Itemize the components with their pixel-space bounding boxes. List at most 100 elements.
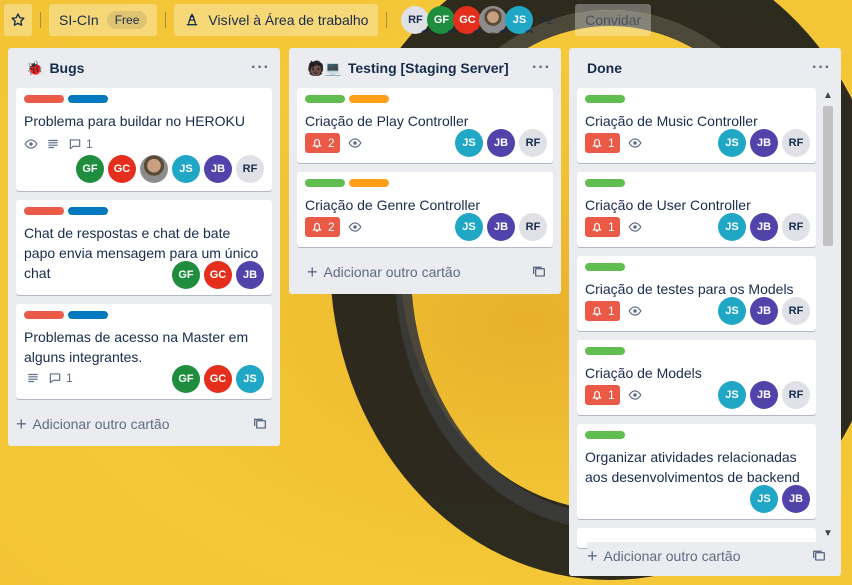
- card-template-icon[interactable]: [811, 548, 827, 564]
- member-avatar[interactable]: GF: [172, 261, 200, 289]
- scroll-down-icon[interactable]: ▼: [820, 526, 836, 540]
- label-green[interactable]: [305, 179, 345, 187]
- member-avatar[interactable]: GF: [76, 155, 104, 183]
- due-date-badge[interactable]: 2: [305, 217, 340, 237]
- member-avatar[interactable]: RF: [782, 381, 810, 409]
- member-avatar[interactable]: RF: [519, 213, 547, 241]
- member-avatar[interactable]: GF ︽: [427, 6, 456, 34]
- scroll-up-icon[interactable]: ▲: [820, 88, 836, 102]
- member-avatar[interactable]: JS ︽: [505, 6, 534, 34]
- member-avatar[interactable]: RF ︽: [401, 6, 430, 34]
- label-orange[interactable]: [349, 95, 389, 103]
- member-avatar[interactable]: JB: [750, 297, 778, 325]
- list-header[interactable]: 🐞 Bugs ···: [8, 48, 280, 88]
- member-avatar[interactable]: JS: [718, 129, 746, 157]
- list-menu-button[interactable]: ···: [532, 59, 551, 77]
- due-date-badge[interactable]: 2: [305, 133, 340, 153]
- card-labels[interactable]: [585, 431, 808, 439]
- card[interactable]: Organizar atividades relacionadas aos de…: [577, 424, 816, 519]
- more-members-count[interactable]: +2: [539, 13, 553, 27]
- member-avatar-photo[interactable]: [140, 155, 168, 183]
- star-board-button[interactable]: [4, 4, 32, 36]
- member-avatar[interactable]: JB: [487, 213, 515, 241]
- card-labels[interactable]: [24, 95, 264, 103]
- add-card-button[interactable]: + Adicionar outro cartão: [307, 258, 460, 286]
- label-red[interactable]: [24, 311, 64, 319]
- label-green[interactable]: [585, 263, 625, 271]
- member-avatar[interactable]: JB: [487, 129, 515, 157]
- invite-button[interactable]: Convidar: [575, 4, 652, 36]
- member-avatar[interactable]: GF: [172, 365, 200, 393]
- label-green[interactable]: [305, 95, 345, 103]
- member-avatar[interactable]: JB: [236, 261, 264, 289]
- label-green[interactable]: [585, 179, 625, 187]
- label-red[interactable]: [24, 95, 64, 103]
- member-avatar[interactable]: JS: [718, 381, 746, 409]
- card[interactable]: Problemas de acesso na Master em alguns …: [16, 304, 272, 399]
- label-green[interactable]: [585, 347, 625, 355]
- visibility-button[interactable]: Visível à Área de trabalho: [174, 4, 379, 36]
- member-avatar[interactable]: JS: [455, 213, 483, 241]
- add-card-button[interactable]: + Adicionar outro cartão: [587, 542, 833, 570]
- card-labels[interactable]: [585, 263, 808, 271]
- list-header[interactable]: Done ···: [569, 48, 841, 88]
- card[interactable]: Criação de testes para os Models 1 JS JB…: [577, 256, 816, 331]
- member-avatar[interactable]: JS: [236, 365, 264, 393]
- card-template-icon[interactable]: [531, 264, 547, 280]
- card[interactable]: Criação de User Controller 1 JS JB RF: [577, 172, 816, 247]
- card[interactable]: Criação de Music Controller 1 JS JB RF: [577, 88, 816, 163]
- label-blue[interactable]: [68, 311, 108, 319]
- member-avatar[interactable]: RF: [519, 129, 547, 157]
- member-avatar[interactable]: JB: [750, 381, 778, 409]
- list-scrollbar[interactable]: ▲ ▼: [820, 88, 836, 540]
- member-avatar[interactable]: GC: [204, 261, 232, 289]
- card[interactable]: Criação de Models 1 JS JB RF: [577, 340, 816, 415]
- list-menu-button[interactable]: ···: [812, 59, 831, 77]
- label-blue[interactable]: [68, 207, 108, 215]
- member-avatar[interactable]: JB: [750, 213, 778, 241]
- member-avatar[interactable]: GC ︽: [453, 6, 482, 34]
- add-card-button[interactable]: + Adicionar outro cartão: [16, 410, 169, 438]
- member-avatar[interactable]: JS: [455, 129, 483, 157]
- card-labels[interactable]: [585, 347, 808, 355]
- member-avatar[interactable]: JB: [782, 485, 810, 513]
- due-date-badge[interactable]: 1: [585, 301, 620, 321]
- member-avatar[interactable]: JS: [718, 297, 746, 325]
- card[interactable]: Chat de respostas e chat de bate papo en…: [16, 200, 272, 295]
- due-date-badge[interactable]: 1: [585, 133, 620, 153]
- card-labels[interactable]: [585, 179, 808, 187]
- label-green[interactable]: [585, 95, 625, 103]
- member-avatar[interactable]: RF: [782, 129, 810, 157]
- label-red[interactable]: [24, 207, 64, 215]
- member-avatar[interactable]: GC: [108, 155, 136, 183]
- card[interactable]: Criação de Play Controller 2 JS JB RF: [297, 88, 553, 163]
- member-avatar[interactable]: RF: [236, 155, 264, 183]
- card-labels[interactable]: [305, 179, 545, 187]
- watch-badge: [24, 137, 38, 151]
- member-avatar[interactable]: JB: [750, 129, 778, 157]
- board-name-button[interactable]: SI-CIn Free: [49, 4, 158, 36]
- card[interactable]: Problema para buildar no HEROKU 1 GF GC …: [16, 88, 272, 191]
- due-date-badge[interactable]: 1: [585, 217, 620, 237]
- card-labels[interactable]: [585, 95, 808, 103]
- member-avatar[interactable]: GC: [204, 365, 232, 393]
- label-green[interactable]: [585, 431, 625, 439]
- card-labels[interactable]: [24, 311, 264, 319]
- member-avatar[interactable]: RF: [782, 213, 810, 241]
- member-avatar[interactable]: JS: [750, 485, 778, 513]
- member-avatar[interactable]: JB: [204, 155, 232, 183]
- list-menu-button[interactable]: ···: [251, 59, 270, 77]
- member-avatar[interactable]: JS: [172, 155, 200, 183]
- label-orange[interactable]: [349, 179, 389, 187]
- member-avatar-photo[interactable]: ︽: [479, 6, 508, 34]
- scroll-thumb[interactable]: [823, 106, 833, 246]
- card-template-icon[interactable]: [252, 416, 268, 432]
- card-labels[interactable]: [24, 207, 264, 215]
- list-header[interactable]: 🧑🏿💻 Testing [Staging Server] ···: [289, 48, 561, 88]
- card[interactable]: Criação de Genre Controller 2 JS JB RF: [297, 172, 553, 247]
- card-labels[interactable]: [305, 95, 545, 103]
- due-date-badge[interactable]: 1: [585, 385, 620, 405]
- member-avatar[interactable]: RF: [782, 297, 810, 325]
- member-avatar[interactable]: JS: [718, 213, 746, 241]
- label-blue[interactable]: [68, 95, 108, 103]
